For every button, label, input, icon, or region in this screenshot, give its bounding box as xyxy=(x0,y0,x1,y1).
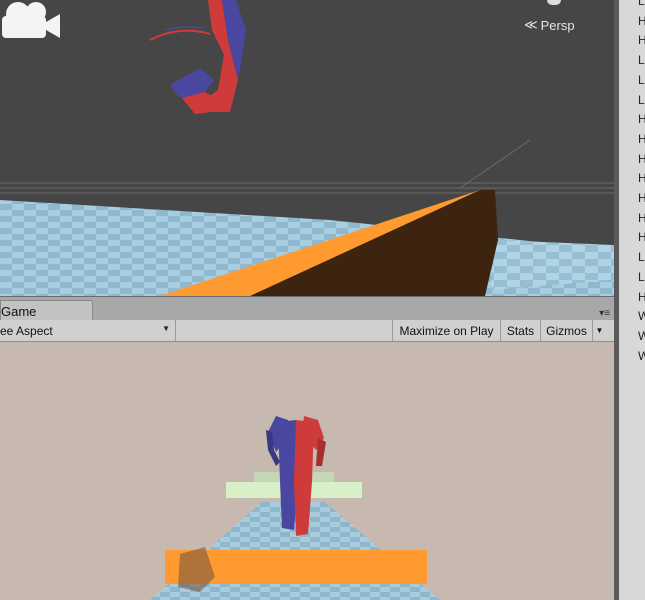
hierarchy-item[interactable]: L xyxy=(638,53,645,67)
persp-toggle[interactable]: ≪ Persp xyxy=(524,17,575,33)
maximize-on-play-label: Maximize on Play xyxy=(399,324,494,338)
stats-button[interactable]: Stats xyxy=(500,320,540,341)
hierarchy-item[interactable]: L xyxy=(638,270,645,284)
hierarchy-item[interactable]: H xyxy=(638,152,645,166)
dropdown-arrow-icon: ▼ xyxy=(162,324,170,333)
gizmos-label: Gizmos xyxy=(546,324,587,338)
hierarchy-item[interactable]: W xyxy=(638,309,645,323)
hierarchy-item[interactable]: W xyxy=(638,329,645,343)
hierarchy-item[interactable]: H xyxy=(638,230,645,244)
tab-game[interactable]: Game xyxy=(0,300,93,321)
stats-label: Stats xyxy=(506,324,535,338)
persp-arrow-icon: ≪ xyxy=(524,17,538,32)
gizmos-dropdown-icon[interactable]: ▼ xyxy=(592,320,606,341)
maximize-on-play-button[interactable]: Maximize on Play xyxy=(392,320,500,341)
gizmos-button[interactable]: Gizmos xyxy=(540,320,592,341)
scene-view[interactable]: ≪ Persp xyxy=(0,0,614,296)
hierarchy-item[interactable]: H xyxy=(638,14,645,28)
hierarchy-item[interactable]: L xyxy=(638,0,645,8)
hierarchy-item[interactable]: L xyxy=(638,73,645,87)
game-tab-bar: Game ▾≡ xyxy=(0,296,614,321)
hierarchy-item[interactable]: H xyxy=(638,211,645,225)
hierarchy-item[interactable]: H xyxy=(638,112,645,126)
grid-lines xyxy=(0,139,614,194)
hierarchy-item[interactable]: L xyxy=(638,93,645,107)
hierarchy-item[interactable]: L xyxy=(638,250,645,264)
aspect-dropdown[interactable]: ee Aspect ▼ xyxy=(0,320,176,341)
ragdoll-player xyxy=(149,0,246,114)
hierarchy-item[interactable]: H xyxy=(638,290,645,304)
tab-menu-icon[interactable]: ▾≡ xyxy=(599,308,610,319)
hierarchy-item[interactable]: H xyxy=(638,191,645,205)
hierarchy-item[interactable]: W xyxy=(638,349,645,363)
game-canvas xyxy=(150,416,440,600)
game-view xyxy=(0,342,614,600)
persp-label: Persp xyxy=(540,17,575,33)
tab-game-label: Game xyxy=(1,304,37,319)
scene-canvas[interactable] xyxy=(0,0,614,296)
hierarchy-panel: LHHLLLHHHHHHHLLHWWW xyxy=(619,0,645,600)
camera-icon xyxy=(2,2,60,38)
game-toolbar: ee Aspect ▼ Maximize on Play Stats Gizmo… xyxy=(0,320,614,342)
aspect-label: ee Aspect xyxy=(0,324,53,338)
hierarchy-item[interactable]: H xyxy=(638,33,645,47)
hierarchy-item[interactable]: H xyxy=(638,171,645,185)
hierarchy-item[interactable]: H xyxy=(638,132,645,146)
